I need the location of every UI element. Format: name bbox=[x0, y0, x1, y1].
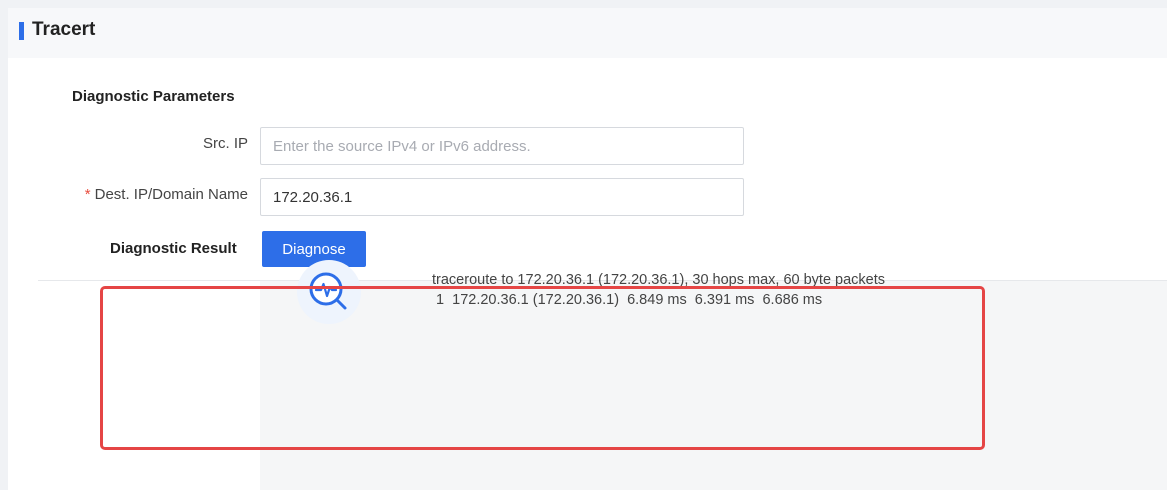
page-title: Tracert bbox=[32, 19, 96, 40]
diagnostic-search-icon bbox=[297, 260, 361, 324]
diagnostic-parameters-title: Diagnostic Parameters bbox=[72, 88, 235, 105]
diagnostic-result-title: Diagnostic Result bbox=[110, 240, 237, 257]
src-ip-label: Src. IP bbox=[202, 135, 248, 152]
dest-ip-label: * Dest. IP/Domain Name bbox=[84, 186, 248, 203]
diagnose-button[interactable]: Diagnose bbox=[262, 231, 366, 267]
src-ip-input[interactable] bbox=[260, 127, 744, 165]
output-line: traceroute to 172.20.36.1 (172.20.36.1),… bbox=[432, 272, 886, 288]
result-output-area bbox=[260, 281, 1167, 490]
output-line: 1 172.20.36.1 (172.20.36.1) 6.849 ms 6.3… bbox=[432, 292, 823, 308]
required-asterisk: * bbox=[84, 186, 91, 203]
result-label-column bbox=[38, 281, 260, 490]
page-header: Tracert bbox=[8, 8, 1167, 58]
title-accent-bar bbox=[19, 22, 24, 40]
traceroute-output: traceroute to 172.20.36.1 (172.20.36.1),… bbox=[432, 270, 885, 310]
dest-ip-input[interactable] bbox=[260, 178, 744, 216]
